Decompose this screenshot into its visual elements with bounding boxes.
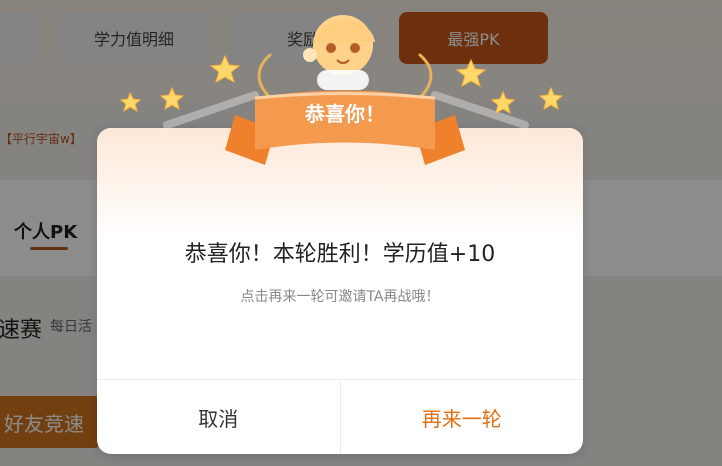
win-message: 恭喜你！本轮胜利！学历值+10 xyxy=(184,242,496,267)
cancel-button[interactable]: 取消 xyxy=(97,380,341,454)
dialog-header-fade xyxy=(97,128,583,238)
dialog-actions: 取消 再来一轮 xyxy=(97,379,583,454)
win-dialog: 恭喜你！本轮胜利！学历值+10 点击再来一轮可邀请TA再战哦！ 取消 再来一轮 xyxy=(97,128,583,454)
banner-title: 恭喜你！ xyxy=(305,102,385,126)
invite-hint: 点击再来一轮可邀请TA再战哦！ xyxy=(240,289,440,305)
play-again-button[interactable]: 再来一轮 xyxy=(341,380,584,454)
